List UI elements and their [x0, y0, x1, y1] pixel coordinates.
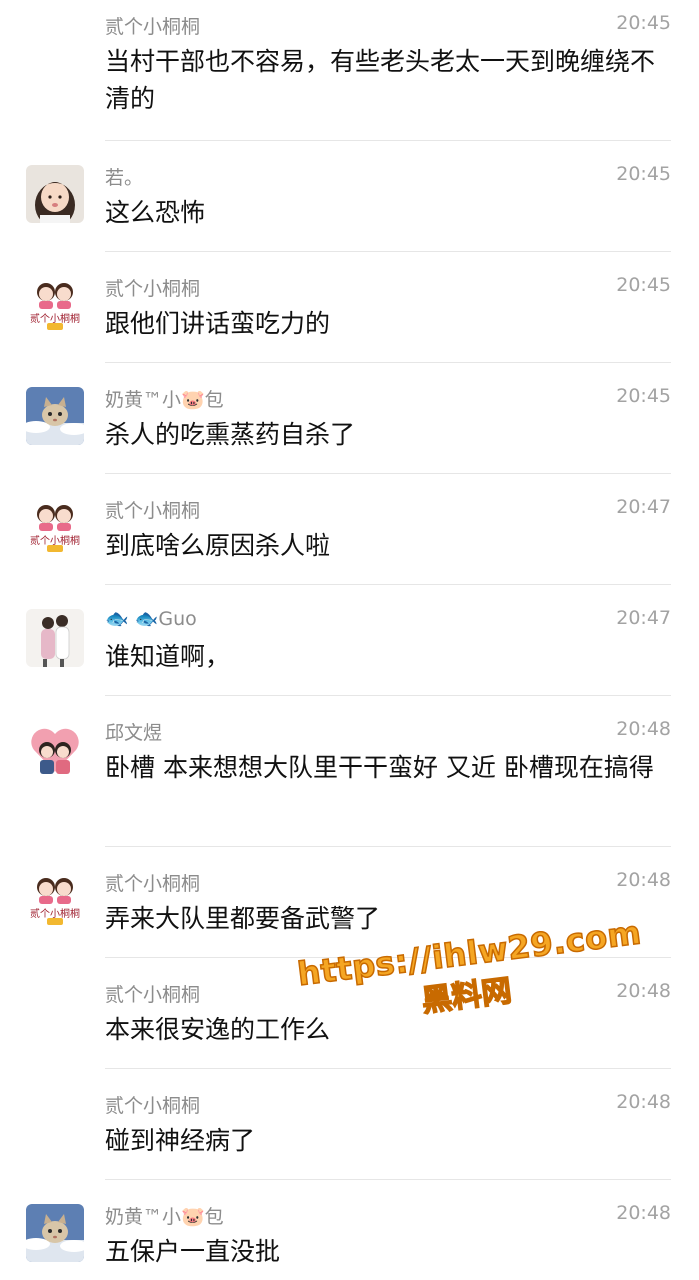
- sender-name[interactable]: 贰个小桐桐: [105, 980, 200, 1007]
- sender-name[interactable]: 贰个小桐桐: [105, 869, 200, 896]
- message-text[interactable]: 谁知道啊，: [105, 638, 670, 675]
- message-time: 20:45: [616, 163, 671, 185]
- message-text[interactable]: 本来很安逸的工作么: [105, 1011, 670, 1048]
- message-text[interactable]: 碰到神经病了: [105, 1122, 670, 1159]
- sender-name[interactable]: 邱文煜: [105, 718, 162, 745]
- sender-name[interactable]: 奶黄™小🐷包: [105, 1202, 224, 1229]
- message-time: 20:47: [616, 496, 671, 518]
- message-time: 20:47: [616, 607, 671, 629]
- message-row[interactable]: 贰个小桐桐 20:48 碰到神经病了: [0, 1069, 699, 1180]
- couple-photo-avatar[interactable]: [26, 609, 84, 667]
- message-time: 20:45: [616, 274, 671, 296]
- message-time: 20:45: [616, 12, 671, 34]
- message-text[interactable]: 这么恐怖: [105, 194, 670, 231]
- message-row[interactable]: 贰个小桐桐 贰个小桐桐 20:48 弄来大队里都要备武警了: [0, 847, 699, 958]
- message-text[interactable]: 弄来大队里都要备武警了: [105, 900, 670, 937]
- sender-name[interactable]: 贰个小桐桐: [105, 12, 200, 39]
- message-row[interactable]: 贰个小桐桐 20:45 当村干部也不容易，有些老头老太一天到晚缠绕不清的: [0, 0, 699, 141]
- message-row[interactable]: 邱文煜 20:48 卧槽 本来想想大队里干干蛮好 又近 卧槽现在搞得: [0, 696, 699, 847]
- message-row[interactable]: 贰个小桐桐 贰个小桐桐 20:45 跟他们讲话蛮吃力的: [0, 252, 699, 363]
- cat-sky-avatar[interactable]: [26, 1204, 84, 1262]
- avatar-badge: [47, 918, 63, 925]
- message-row[interactable]: 🐟 🐟Guo 20:47 谁知道啊，: [0, 585, 699, 696]
- message-text[interactable]: 当村干部也不容易，有些老头老太一天到晚缠绕不清的: [105, 43, 670, 117]
- avatar-badge: [47, 323, 63, 330]
- sender-name[interactable]: 贰个小桐桐: [105, 274, 200, 301]
- message-time: 20:48: [616, 980, 671, 1002]
- sender-name[interactable]: 贰个小桐桐: [105, 496, 200, 523]
- cartoon-couple-avatar[interactable]: 贰个小桐桐: [26, 498, 84, 556]
- cartoon-couple-avatar[interactable]: 贰个小桐桐: [26, 276, 84, 334]
- message-row[interactable]: 奶黄™小🐷包 20:45 杀人的吃熏蒸药自杀了: [0, 363, 699, 474]
- message-time: 20:48: [616, 1202, 671, 1224]
- message-time: 20:48: [616, 1091, 671, 1113]
- message-time: 20:48: [616, 718, 671, 740]
- cat-sky-avatar[interactable]: [26, 387, 84, 445]
- message-time: 20:48: [616, 869, 671, 891]
- sender-name[interactable]: 若。: [105, 163, 143, 190]
- sender-name[interactable]: 奶黄™小🐷包: [105, 385, 224, 412]
- message-text[interactable]: 到底啥么原因杀人啦: [105, 527, 670, 564]
- avatar-badge: [47, 545, 63, 552]
- message-row[interactable]: 贰个小桐桐 贰个小桐桐 20:47 到底啥么原因杀人啦: [0, 474, 699, 585]
- message-row[interactable]: 奶黄™小🐷包 20:48 五保户一直没批: [0, 1180, 699, 1280]
- message-text[interactable]: 卧槽 本来想想大队里干干蛮好 又近 卧槽现在搞得: [105, 749, 670, 786]
- message-row[interactable]: 若。 20:45 这么恐怖: [0, 141, 699, 252]
- message-text[interactable]: 杀人的吃熏蒸药自杀了: [105, 416, 670, 453]
- message-text[interactable]: 跟他们讲话蛮吃力的: [105, 305, 670, 342]
- sender-name[interactable]: 贰个小桐桐: [105, 1091, 200, 1118]
- message-row[interactable]: 贰个小桐桐 20:48 本来很安逸的工作么: [0, 958, 699, 1069]
- message-text[interactable]: 五保户一直没批: [105, 1233, 670, 1270]
- cartoon-couple-avatar[interactable]: 贰个小桐桐: [26, 871, 84, 929]
- girl-photo-avatar[interactable]: [26, 165, 84, 223]
- sender-name[interactable]: 🐟 🐟Guo: [105, 607, 197, 630]
- message-time: 20:45: [616, 385, 671, 407]
- heart-couple-avatar[interactable]: [26, 720, 84, 778]
